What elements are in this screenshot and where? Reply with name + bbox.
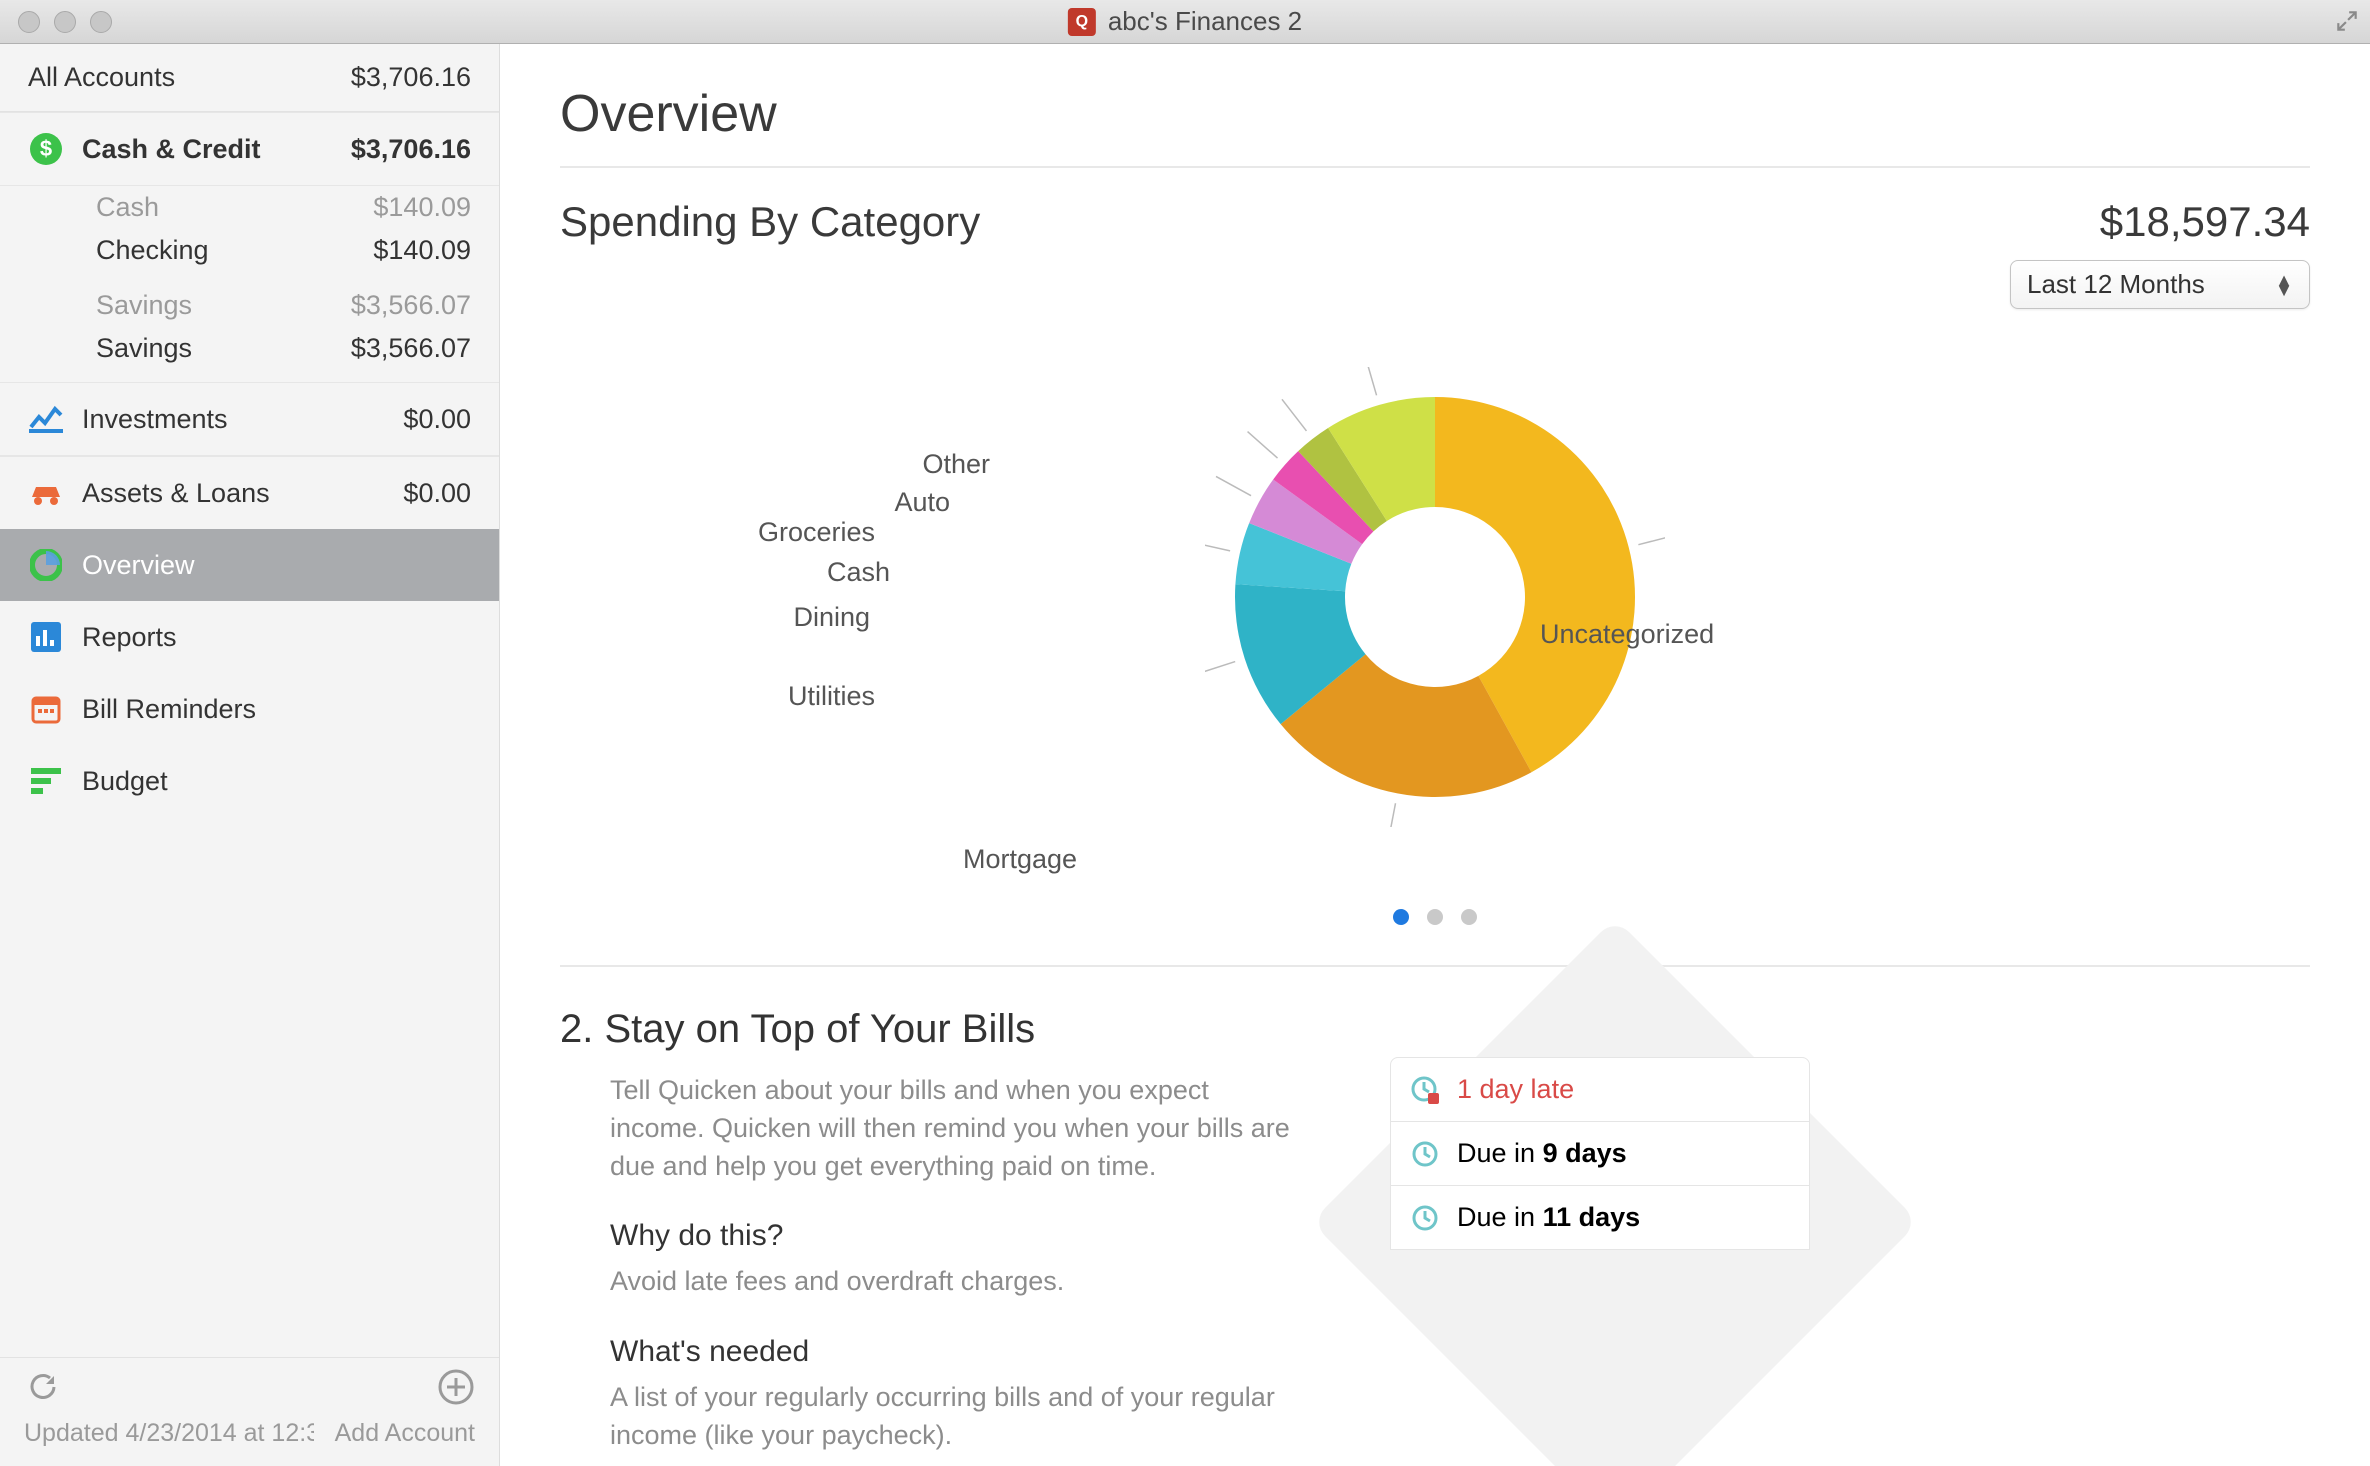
chart-line-icon: [28, 401, 64, 437]
sidebar-cash-subgroup[interactable]: Cash $140.09: [0, 186, 499, 229]
checking-amount: $140.09: [373, 235, 471, 266]
chart-label-utilities: Utilities: [788, 681, 875, 712]
sidebar-checking[interactable]: Checking $140.09: [0, 229, 499, 272]
cash-subgroup-label: Cash: [96, 192, 159, 223]
nav-bill-reminders-label: Bill Reminders: [82, 694, 256, 725]
due-11-text: Due in 11 days: [1457, 1202, 1640, 1233]
savings-subgroup-label: Savings: [96, 290, 192, 321]
clock-icon: [1411, 1140, 1439, 1168]
fullscreen-icon[interactable]: [2334, 8, 2360, 41]
savings-label: Savings: [96, 333, 192, 364]
bills-why-desc: Avoid late fees and overdraft charges.: [610, 1263, 1290, 1301]
bills-due-list: 1 day late Due in 9 days Due in 11 days: [1390, 1057, 1810, 1250]
reports-icon: [28, 619, 64, 655]
chart-label-groceries: Groceries: [758, 517, 875, 548]
dollar-icon: $: [28, 131, 64, 167]
pager-dot-3[interactable]: [1461, 909, 1477, 925]
chart-label-other: Other: [922, 449, 990, 480]
spending-title: Spending By Category: [560, 198, 980, 246]
nav-bill-reminders[interactable]: Bill Reminders: [0, 673, 499, 745]
sidebar-cash-credit[interactable]: $ Cash & Credit $3,706.16: [0, 112, 499, 186]
page-title: Overview: [560, 84, 2310, 144]
pager-dot-2[interactable]: [1427, 909, 1443, 925]
sidebar: All Accounts $3,706.16 $ Cash & Credit $…: [0, 44, 500, 1466]
nav-overview[interactable]: Overview: [0, 529, 499, 601]
due-item-9days[interactable]: Due in 9 days: [1390, 1121, 1810, 1186]
sidebar-savings-subgroup[interactable]: Savings $3,566.07: [0, 284, 499, 327]
investments-label: Investments: [82, 404, 228, 435]
minimize-window-button[interactable]: [54, 11, 76, 33]
due-item-11days[interactable]: Due in 11 days: [1390, 1185, 1810, 1250]
chevron-updown-icon: ▲▼: [2275, 275, 2293, 295]
due-item-late[interactable]: 1 day late: [1390, 1057, 1810, 1122]
updated-label: Updated 4/23/2014 at 12:33 PM: [24, 1419, 314, 1448]
clock-alert-icon: [1411, 1076, 1439, 1104]
bills-step-title: 2. Stay on Top of Your Bills: [560, 1007, 1290, 1052]
cash-credit-label: Cash & Credit: [82, 134, 261, 165]
calendar-icon: [28, 691, 64, 727]
nav-budget[interactable]: Budget: [0, 745, 499, 817]
overview-icon: [28, 547, 64, 583]
nav-budget-label: Budget: [82, 766, 168, 797]
chart-label-uncategorized: Uncategorized: [1540, 619, 1714, 650]
window-titlebar: Q abc's Finances 2: [0, 0, 2370, 44]
divider: [560, 166, 2310, 168]
main-content: Overview Spending By Category $18,597.34…: [500, 44, 2370, 1466]
spending-total: $18,597.34: [2010, 198, 2310, 246]
checking-label: Checking: [96, 235, 209, 266]
chart-label-auto: Auto: [894, 487, 950, 518]
savings-amount: $3,566.07: [351, 333, 471, 364]
add-account-label: Add Account: [335, 1419, 475, 1448]
chart-label-mortgage: Mortgage: [963, 844, 1077, 875]
pager-dot-1[interactable]: [1393, 909, 1409, 925]
add-account-button[interactable]: Add Account: [335, 1368, 475, 1448]
bills-need-desc: A list of your regularly occurring bills…: [610, 1379, 1290, 1455]
clock-icon: [1411, 1204, 1439, 1232]
sidebar-all-accounts[interactable]: All Accounts $3,706.16: [0, 44, 499, 112]
bills-need-heading: What's needed: [610, 1335, 1290, 1369]
app-icon: Q: [1068, 8, 1096, 36]
assets-loans-amount: $0.00: [403, 478, 471, 509]
sidebar-investments[interactable]: Investments $0.00: [0, 382, 499, 456]
sidebar-assets-loans[interactable]: Assets & Loans $0.00: [0, 456, 499, 530]
cash-subgroup-amount: $140.09: [373, 192, 471, 223]
car-icon: [28, 475, 64, 511]
nav-overview-label: Overview: [82, 550, 195, 581]
window-title: abc's Finances 2: [1108, 6, 1302, 37]
nav-reports[interactable]: Reports: [0, 601, 499, 673]
bills-desc: Tell Quicken about your bills and when y…: [610, 1072, 1290, 1185]
nav-reports-label: Reports: [82, 622, 177, 653]
sidebar-savings[interactable]: Savings $3,566.07: [0, 327, 499, 382]
window-controls: [18, 11, 112, 33]
due-9-text: Due in 9 days: [1457, 1138, 1627, 1169]
investments-amount: $0.00: [403, 404, 471, 435]
due-late-text: 1 day late: [1457, 1074, 1574, 1105]
plus-circle-icon: [437, 1368, 475, 1413]
chart-label-cash: Cash: [827, 557, 890, 588]
savings-subgroup-amount: $3,566.07: [351, 290, 471, 321]
refresh-accounts-button[interactable]: Updated 4/23/2014 at 12:33 PM: [24, 1368, 314, 1448]
refresh-icon: [24, 1368, 62, 1413]
date-range-selected: Last 12 Months: [2027, 269, 2205, 300]
date-range-dropdown[interactable]: Last 12 Months ▲▼: [2010, 260, 2310, 309]
all-accounts-label: All Accounts: [28, 62, 175, 93]
cash-credit-amount: $3,706.16: [351, 134, 471, 165]
assets-loans-label: Assets & Loans: [82, 478, 270, 509]
chart-label-dining: Dining: [793, 602, 870, 633]
bills-why-heading: Why do this?: [610, 1219, 1290, 1253]
spending-donut-chart[interactable]: Uncategorized Mortgage Utilities Dining Cash…: [560, 319, 2310, 899]
carousel-pager: [560, 909, 2310, 925]
zoom-window-button[interactable]: [90, 11, 112, 33]
close-window-button[interactable]: [18, 11, 40, 33]
all-accounts-amount: $3,706.16: [351, 62, 471, 93]
budget-icon: [28, 763, 64, 799]
svg-text:$: $: [40, 136, 52, 161]
